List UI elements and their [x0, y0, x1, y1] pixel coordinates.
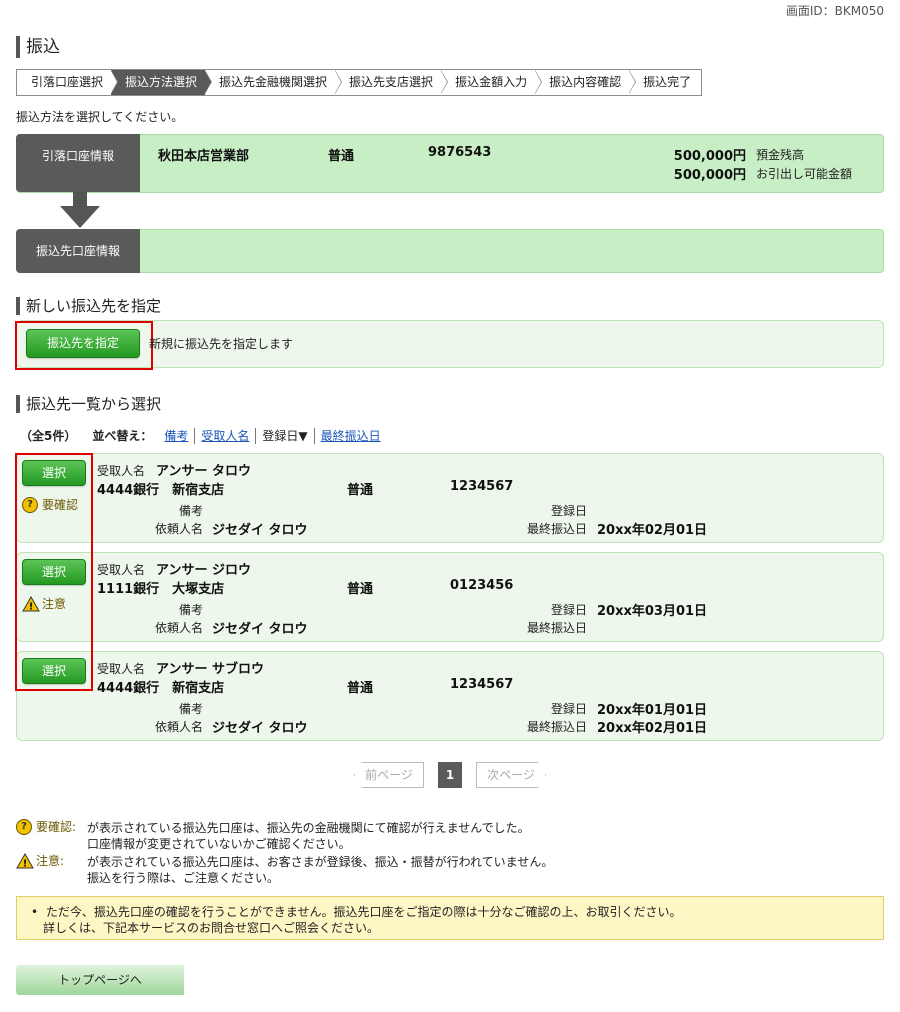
balance-label: 預金残高 — [756, 148, 805, 162]
balance-value: 500,000円 — [673, 149, 746, 164]
source-account-tab: 引落口座情報 — [16, 134, 140, 192]
last-transfer-date: 20xx年02月01日 — [597, 721, 708, 736]
dest-account-tab: 振込先口座情報 — [16, 229, 140, 273]
requester-name: ジセダイ タロウ — [212, 523, 308, 538]
sort-last-transfer-link[interactable]: 最終振込日 — [315, 427, 387, 444]
registered-date: 20xx年01月01日 — [597, 703, 708, 718]
registered-label: 登録日 — [551, 504, 588, 518]
source-number: 9876543 — [428, 145, 492, 160]
top-page-button[interactable]: トップページへ — [16, 965, 184, 995]
legend-confirm: ? 要確認: — [16, 818, 76, 835]
svg-text:!: ! — [23, 858, 28, 869]
last-transfer-date: 20xx年02月01日 — [597, 523, 708, 538]
bank-branch: 1111銀行 大塚支店 — [97, 582, 225, 597]
prev-page-button[interactable]: 前ページ — [354, 762, 424, 788]
next-page-button[interactable]: 次ページ — [476, 762, 546, 788]
requester-name: ジセダイ タロウ — [212, 721, 308, 736]
sort-recipient-link[interactable]: 受取人名 — [195, 427, 255, 444]
step-7: 振込完了 — [643, 75, 692, 89]
account-type: 普通 — [347, 582, 374, 597]
requester-label: 依頼人名 — [155, 522, 204, 536]
recipient-label: 受取人名 — [97, 662, 146, 676]
step-6: 振込内容確認 — [535, 70, 637, 95]
payee-card — [16, 453, 884, 543]
memo-label: 備考 — [179, 603, 204, 617]
memo-label: 備考 — [179, 504, 204, 518]
registered-label: 登録日 — [551, 702, 588, 716]
payee-card — [16, 651, 884, 741]
step-2-active: 振込方法選択 — [111, 70, 213, 95]
source-account-panel — [16, 134, 884, 193]
last-transfer-label: 最終振込日 — [527, 522, 588, 536]
bullet-icon: • — [31, 905, 39, 919]
recipient-name: アンサー サブロウ — [156, 662, 265, 677]
requester-name: ジセダイ タロウ — [212, 622, 308, 637]
account-number: 1234567 — [450, 677, 514, 692]
new-dest-description: 新規に振込先を指定します — [149, 337, 294, 351]
source-branch: 秋田本店営業部 — [158, 149, 250, 164]
recipient-name: アンサー ジロウ — [156, 563, 252, 578]
account-type: 普通 — [347, 483, 374, 498]
legend-caution-text-1: が表示されている振込先口座は、お客さまが登録後、振込・振替が行われていません。 — [87, 855, 554, 869]
step-1: 引落口座選択 — [17, 70, 119, 95]
memo-label: 備考 — [179, 702, 204, 716]
step-5: 振込金額入力 — [441, 70, 543, 95]
recipient-label: 受取人名 — [97, 464, 146, 478]
list-heading: 振込先一覧から選択 — [16, 395, 161, 413]
sort-memo-link[interactable]: 備考 — [158, 427, 194, 444]
source-type: 普通 — [328, 149, 355, 164]
bank-branch: 4444銀行 新宿支店 — [97, 681, 225, 696]
step-3: 振込先金融機関選択 — [205, 70, 343, 95]
current-page: 1 — [438, 762, 462, 788]
last-transfer-label: 最終振込日 — [527, 621, 588, 635]
sort-bar: （全5件） 並べ替え： 備考 受取人名 登録日▼ 最終振込日 — [20, 427, 387, 444]
requester-label: 依頼人名 — [155, 621, 204, 635]
available-label: お引出し可能金額 — [756, 167, 853, 181]
account-number: 0123456 — [450, 578, 514, 593]
recipient-name: アンサー タロウ — [156, 464, 252, 479]
requester-label: 依頼人名 — [155, 720, 204, 734]
last-transfer-label: 最終振込日 — [527, 720, 588, 734]
page-title: 振込 — [16, 36, 60, 58]
recipient-label: 受取人名 — [97, 563, 146, 577]
notice-box: • ただ今、振込先口座の確認を行うことができません。振込先口座をご指定の際は十分… — [16, 896, 884, 940]
payee-card — [16, 552, 884, 642]
flow-arrow-icon — [60, 192, 100, 230]
step-4: 振込先支店選択 — [335, 70, 449, 95]
legend-caution-text-2: 振込を行う際は、ご注意ください。 — [87, 871, 280, 885]
bank-branch: 4444銀行 新宿支店 — [97, 483, 225, 498]
screen-id: 画面ID：BKM050 — [785, 4, 884, 18]
dest-account-panel — [16, 229, 884, 273]
account-number: 1234567 — [450, 479, 514, 494]
registered-date: 20xx年03月01日 — [597, 604, 708, 619]
step-breadcrumb: 引落口座選択 振込方法選択 振込先金融機関選択 振込先支店選択 振込金額入力 振… — [16, 69, 703, 96]
new-dest-heading: 新しい振込先を指定 — [16, 297, 161, 315]
legend-confirm-text-2: 口座情報が変更されていないかご確認ください。 — [87, 837, 351, 851]
notice-line-2: 詳しくは、下記本サービスのお問合せ窓口へご照会ください。 — [43, 921, 380, 935]
select-buttons-highlight — [15, 453, 93, 691]
account-type: 普通 — [347, 681, 374, 696]
legend-confirm-text-1: が表示されている振込先口座は、振込先の金融機関にて確認が行えませんでした。 — [87, 821, 530, 835]
legend-caution: ! 注意: — [16, 852, 64, 869]
specify-dest-button[interactable]: 振込先を指定 — [26, 329, 140, 358]
registered-label: 登録日 — [551, 603, 588, 617]
instruction-text: 振込方法を選択してください。 — [16, 110, 184, 124]
notice-line-1: • ただ今、振込先口座の確認を行うことができません。振込先口座をご指定の際は十分… — [31, 905, 682, 919]
sort-label: 並べ替え： — [92, 429, 153, 443]
question-icon: ? — [16, 818, 32, 835]
result-count: （全5件） — [20, 429, 77, 443]
warning-icon: ! — [16, 852, 34, 869]
sort-registered-current[interactable]: 登録日▼ — [256, 427, 313, 444]
available-value: 500,000円 — [673, 168, 746, 183]
